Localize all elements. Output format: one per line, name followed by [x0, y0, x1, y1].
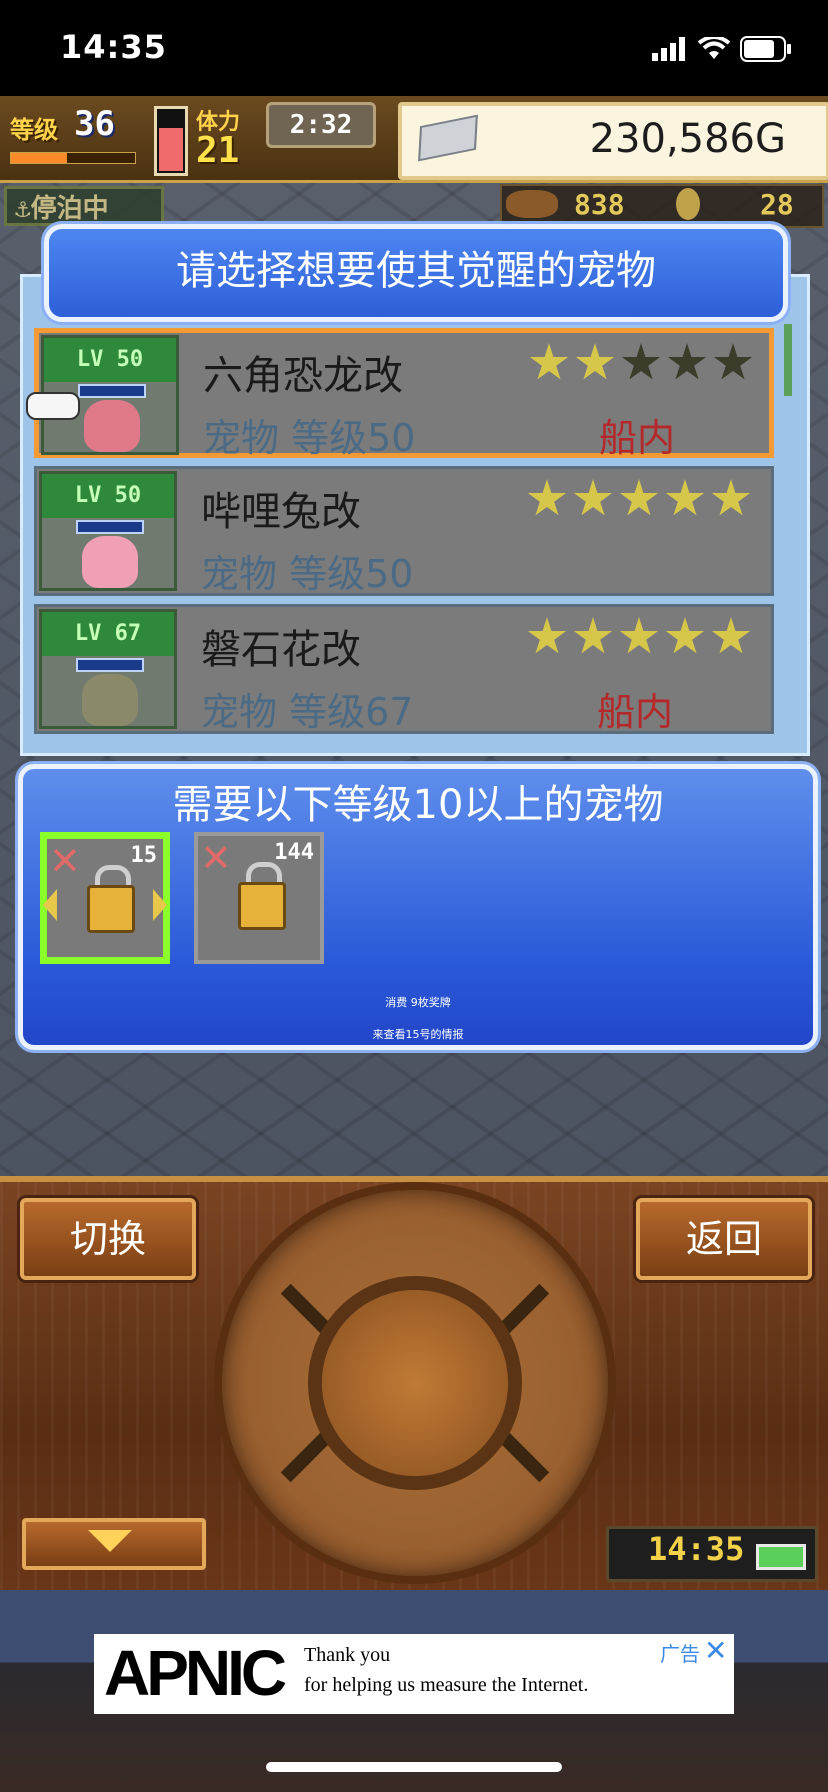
switch-button[interactable]: 切换 [20, 1198, 196, 1280]
ad-text-line2[interactable]: for helping us measure the Internet. [304, 1674, 588, 1697]
battery-icon [740, 36, 792, 66]
pet-sprite [84, 400, 140, 452]
star-icon [711, 479, 751, 516]
star-icon [527, 617, 567, 654]
wifi-icon [697, 35, 731, 65]
requirement-slot-1[interactable]: ✕ 15 [40, 832, 170, 964]
home-indicator[interactable] [266, 1762, 562, 1772]
list-scrollbar[interactable] [784, 324, 792, 396]
pet-hp-bar [78, 384, 146, 398]
star-icon [619, 479, 659, 516]
dock-status: ⚓停泊中 [4, 186, 164, 226]
pet-description: 宠物 等级67 [201, 690, 414, 734]
pet-location: 船内 [597, 690, 674, 734]
pet-stars [527, 617, 751, 657]
back-button[interactable]: 返回 [636, 1198, 812, 1280]
device-clock: 14:35 [648, 1530, 745, 1568]
ad-label: 广告 [660, 1642, 700, 1666]
star-icon [573, 617, 613, 654]
star-icon [665, 617, 705, 654]
pointer-hand-icon [26, 392, 80, 420]
star-icon [667, 343, 707, 380]
anchor-icon: ⚓ [15, 194, 31, 224]
level-value: 36 [74, 104, 115, 144]
status-time: 14:35 [60, 28, 167, 66]
pet-name: 哔哩兔改 [201, 489, 361, 535]
star-icon [573, 479, 613, 516]
pet-portrait: LV 50 [39, 471, 177, 591]
level-progress-bar [10, 152, 136, 164]
star-icon [575, 343, 615, 380]
star-icon [711, 617, 751, 654]
resource-b-value: 28 [760, 188, 794, 221]
slot-next-arrow-icon[interactable] [153, 889, 167, 921]
star-icon [527, 479, 567, 516]
pet-level-badge: LV 50 [44, 338, 176, 382]
lock-icon [87, 885, 135, 933]
level-label: 等级 [10, 116, 58, 144]
info-hint-note: 来查看15号的情报 [372, 1028, 464, 1041]
pet-description: 宠物 等级50 [203, 416, 416, 460]
pet-row[interactable]: LV 67 磐石花改 宠物 等级67 船内 [34, 604, 774, 734]
money-value: 230,586G [589, 116, 786, 162]
star-icon [619, 617, 659, 654]
ad-text-line1[interactable]: Thank you [304, 1644, 390, 1667]
dialog-title: 请选择想要使其觉醒的宠物 [176, 248, 656, 294]
lock-icon [238, 882, 286, 930]
slot-number: 15 [130, 843, 158, 868]
ad-close-icon[interactable]: ✕ [704, 1634, 727, 1667]
battery-level-icon [756, 1544, 806, 1570]
pet-name: 磐石花改 [201, 627, 361, 673]
level-progress-fill [11, 153, 67, 163]
down-arrow-icon [88, 1530, 132, 1552]
pet-sprite [82, 536, 138, 588]
pet-row[interactable]: LV 50 哔哩兔改 宠物 等级50 [34, 466, 774, 596]
dpad-center-button[interactable] [322, 1290, 508, 1476]
stamina-fill [159, 127, 183, 171]
pet-location: 船内 [599, 416, 676, 460]
pet-stars [529, 343, 753, 383]
ad-logo[interactable]: APNIC [104, 1636, 287, 1710]
requirement-title: 需要以下等级10以上的宠物 [172, 782, 664, 828]
pet-sprite [82, 674, 138, 726]
status-icons [652, 35, 792, 66]
medal-cost-note: 消费 9枚奖牌 [385, 996, 451, 1009]
game-clock: 2:32 [266, 102, 376, 148]
star-icon [665, 479, 705, 516]
cellular-signal-icon [652, 37, 688, 65]
slot-prev-arrow-icon[interactable] [43, 889, 57, 921]
coin-icon [676, 188, 700, 220]
pet-name: 六角恐龙改 [203, 353, 403, 399]
stamina-gauge [154, 106, 188, 176]
pet-level-badge: LV 67 [42, 612, 174, 656]
dock-label: 停泊中 [30, 194, 109, 224]
star-icon [713, 343, 753, 380]
pet-hp-bar [76, 520, 144, 534]
pet-hp-bar [76, 658, 144, 672]
pet-stars [527, 479, 751, 519]
missing-x-icon: ✕ [200, 836, 232, 880]
pet-level-badge: LV 50 [42, 474, 174, 518]
slot-number: 144 [274, 840, 314, 865]
stamina-value: 21 [196, 130, 240, 171]
star-icon [529, 343, 569, 380]
meat-icon [506, 190, 558, 218]
requirement-slot-2[interactable]: ✕ 144 [194, 832, 324, 964]
star-icon [621, 343, 661, 380]
pet-portrait: LV 67 [39, 609, 177, 729]
pet-row[interactable]: LV 50 六角恐龙改 宠物 等级50 船内 [34, 328, 774, 460]
missing-x-icon: ✕ [49, 839, 81, 883]
pet-description: 宠物 等级50 [201, 552, 414, 596]
resource-a-value: 838 [574, 188, 625, 221]
